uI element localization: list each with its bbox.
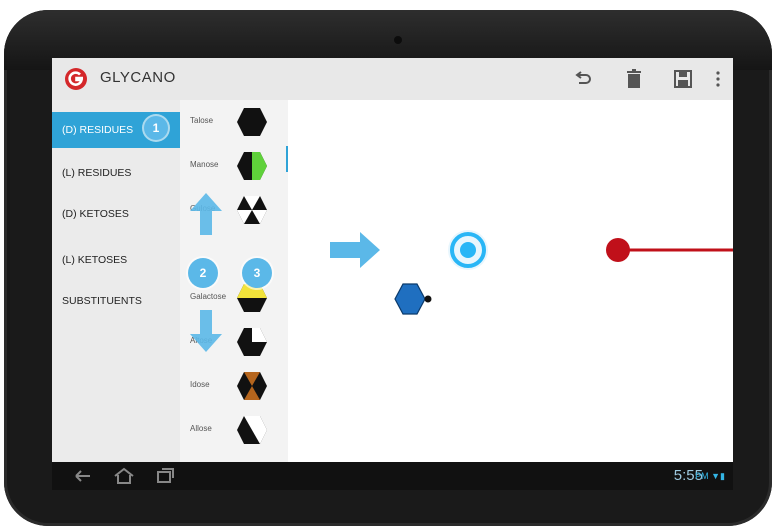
sidebar-item-d-ketoses[interactable]: (D) KETOSES: [52, 196, 180, 232]
tutorial-badge-1: 1: [144, 116, 168, 140]
glycano-logo-icon: [65, 68, 87, 90]
residue-label: Idose: [190, 380, 210, 389]
status-icons: PM ▼▮: [695, 471, 725, 481]
blue-hexagon-residue[interactable]: [394, 283, 432, 315]
home-icon[interactable]: [112, 466, 136, 486]
residue-item-altose[interactable]: Altose: [180, 320, 288, 364]
sidebar-item-l-ketoses[interactable]: (L) KETOSES: [52, 242, 180, 278]
red-connector-icon: [606, 238, 733, 262]
quarter-hexagon-icon: [237, 328, 267, 356]
canvas-drawing: [330, 230, 733, 315]
category-sidebar: (D) RESIDUES (L) RESIDUES (D) KETOSES (L…: [52, 100, 180, 462]
action-bar: GLYCANO: [52, 58, 733, 101]
residue-item-allose[interactable]: Allose: [180, 408, 288, 452]
residue-label: Galactose: [190, 292, 227, 301]
system-navbar: 5:55 PM ▼▮: [52, 462, 733, 490]
sidebar-item-substituents[interactable]: SUBSTITUENTS: [52, 283, 180, 319]
trash-icon[interactable]: [623, 68, 645, 90]
residue-label: Allose: [190, 424, 212, 433]
tutorial-badge-2: 2: [188, 258, 218, 288]
target-cursor-icon: [448, 230, 488, 270]
overflow-menu-icon[interactable]: [714, 68, 722, 90]
undo-icon[interactable]: [572, 68, 594, 90]
save-icon[interactable]: [672, 68, 694, 90]
residue-label: Gulose: [190, 204, 216, 213]
residue-item-gulose[interactable]: Gulose: [180, 188, 288, 232]
arrow-right-icon: [330, 232, 380, 268]
app-title: GLYCANO: [100, 69, 176, 86]
diagonal-hexagon-icon: [237, 416, 267, 444]
sidebar-item-label: (D) RESIDUES: [62, 124, 134, 136]
green-split-hexagon-icon: [237, 152, 267, 180]
sidebar-item-label: (L) RESIDUES: [62, 167, 132, 179]
residue-item-talose[interactable]: Talose: [180, 100, 288, 144]
tablet-frame: GLYCANO (D) RESIDUES (L) RESIDUES (D) KE…: [4, 10, 772, 526]
residue-item-manose[interactable]: Manose: [180, 144, 288, 188]
black-hexagon-icon: [237, 108, 267, 136]
drawing-canvas[interactable]: [288, 100, 733, 462]
residue-item-idose[interactable]: Idose: [180, 364, 288, 408]
sidebar-item-label: (L) KETOSES: [62, 254, 128, 266]
screen: GLYCANO (D) RESIDUES (L) RESIDUES (D) KE…: [52, 58, 733, 490]
residue-label: Altose: [190, 336, 213, 345]
residue-label: Talose: [190, 116, 214, 125]
sidebar-item-label: SUBSTITUENTS: [62, 295, 142, 307]
recent-apps-icon[interactable]: [154, 466, 176, 486]
cross-hexagon-icon: [237, 196, 267, 224]
back-icon[interactable]: [72, 466, 94, 486]
brown-hexagon-icon: [237, 372, 267, 400]
sidebar-item-label: (D) KETOSES: [62, 208, 129, 220]
sidebar-item-l-residues[interactable]: (L) RESIDUES: [52, 155, 180, 191]
tutorial-badge-3: 3: [242, 258, 272, 288]
residue-label: Manose: [190, 160, 219, 169]
camera: [394, 36, 402, 44]
